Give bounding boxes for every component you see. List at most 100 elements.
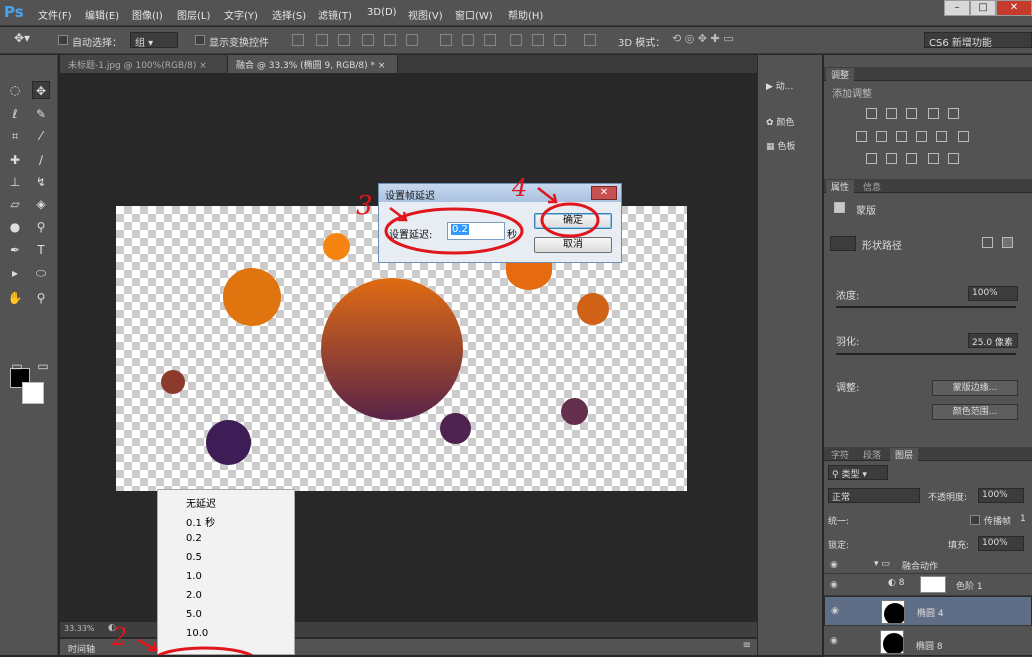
distribute-right-icon[interactable] xyxy=(554,34,566,46)
layer-ellipse-4-row[interactable]: ◉ 椭圆 4 xyxy=(824,596,1032,626)
feather-slider[interactable] xyxy=(836,353,1016,355)
pen-tool-icon[interactable]: ✒ xyxy=(6,241,24,259)
dock-actions[interactable]: ▶ 动... xyxy=(766,79,793,92)
tab-untitled[interactable]: 未标题-1.jpg @ 100%(RGB/8) × xyxy=(60,55,228,73)
crop-tool-icon[interactable]: ⌗ xyxy=(6,127,24,145)
menu-item-0-1[interactable]: 0.1 秒 xyxy=(186,514,215,529)
paint-bucket-tool-icon[interactable]: ◈ xyxy=(32,195,50,213)
type-tool-icon[interactable]: T xyxy=(32,241,50,259)
marquee-tool-icon[interactable]: ◌ xyxy=(6,81,24,99)
menu-item-0-2[interactable]: 0.2 xyxy=(186,533,202,544)
clone-stamp-tool-icon[interactable]: ⊥ xyxy=(6,173,24,191)
menu-window[interactable]: 窗口(W) xyxy=(455,7,493,22)
mask-edge-button[interactable]: 蒙版边缘... xyxy=(932,380,1018,396)
eye-icon[interactable]: ◉ xyxy=(830,636,838,646)
layer-levels-row[interactable]: ◉ ◐ 8 色阶 1 xyxy=(824,574,1032,596)
add-vector-mask-icon[interactable] xyxy=(1002,237,1013,248)
healing-brush-tool-icon[interactable]: ✚ xyxy=(6,151,24,169)
tab-character[interactable]: 字符 xyxy=(826,448,854,461)
brightness-icon[interactable] xyxy=(866,108,877,119)
opacity-field[interactable]: 100% xyxy=(978,488,1024,503)
menu-edit[interactable]: 编辑(E) xyxy=(85,7,119,22)
gradient-map-icon[interactable] xyxy=(948,153,959,164)
menu-item-0-5[interactable]: 0.5 xyxy=(186,552,202,563)
curves-icon[interactable] xyxy=(906,108,917,119)
cancel-button[interactable]: 取消 xyxy=(534,237,612,253)
color-lookup-icon[interactable] xyxy=(958,131,969,142)
threshold-icon[interactable] xyxy=(906,153,917,164)
fill-field[interactable]: 100% xyxy=(978,536,1024,551)
distribute-top-icon[interactable] xyxy=(440,34,452,46)
pixel-mask-button[interactable] xyxy=(830,236,856,251)
timeline-tab[interactable]: 时间轴 xyxy=(68,642,95,655)
3d-tools-icon[interactable]: ⟲ ◎ ✥ ✚ ▭ xyxy=(672,32,734,45)
channel-mixer-icon[interactable] xyxy=(936,131,947,142)
distribute-bottom-icon[interactable] xyxy=(484,34,496,46)
workspace-dropdown[interactable]: CS6 新增功能 xyxy=(924,32,1032,49)
color-range-button[interactable]: 颜色范围... xyxy=(932,404,1018,420)
ellipse-tool-icon[interactable]: ⬭ xyxy=(32,264,50,282)
distribute-hcenter-icon[interactable] xyxy=(532,34,544,46)
distribute-vcenter-icon[interactable] xyxy=(462,34,474,46)
menu-image[interactable]: 图像(I) xyxy=(132,7,163,22)
black-white-icon[interactable] xyxy=(896,131,907,142)
photo-filter-icon[interactable] xyxy=(916,131,927,142)
menu-help[interactable]: 帮助(H) xyxy=(508,7,543,22)
selective-color-icon[interactable] xyxy=(928,153,939,164)
hand-tool-icon[interactable]: ✋ xyxy=(6,289,24,307)
vibrance-icon[interactable] xyxy=(948,108,959,119)
menu-3d[interactable]: 3D(D) xyxy=(367,7,397,18)
eye-icon[interactable]: ◉ xyxy=(830,580,838,590)
auto-select-dropdown[interactable]: 组 ▾ xyxy=(130,32,178,49)
ok-button[interactable]: 确定 xyxy=(534,213,612,229)
lasso-tool-icon[interactable]: ℓ xyxy=(6,105,24,123)
exposure-icon[interactable] xyxy=(928,108,939,119)
history-brush-tool-icon[interactable]: ↯ xyxy=(32,173,50,191)
tab-layers[interactable]: 图层 xyxy=(890,448,919,461)
layer-ellipse-8-row[interactable]: ◉ 椭圆 8 xyxy=(824,627,1032,657)
delay-input[interactable]: 0.2 xyxy=(447,222,505,240)
tab-paragraph[interactable]: 段落 xyxy=(858,448,886,461)
layer-filter-dropdown[interactable]: ⚲ 类型 ▾ xyxy=(828,465,888,480)
posterize-icon[interactable] xyxy=(886,153,897,164)
restore-button[interactable]: □ xyxy=(970,0,996,16)
menu-item-2-0[interactable]: 2.0 xyxy=(186,590,202,601)
menu-type[interactable]: 文字(Y) xyxy=(224,7,258,22)
minimize-button[interactable]: – xyxy=(944,0,970,16)
tab-blend[interactable]: 融合 @ 33.3% (椭圆 9, RGB/8) * × xyxy=(228,55,398,73)
menu-layer[interactable]: 图层(L) xyxy=(177,7,210,22)
distribute-left-icon[interactable] xyxy=(510,34,522,46)
close-icon[interactable]: × xyxy=(378,61,386,71)
eye-icon[interactable]: ◉ xyxy=(831,606,839,616)
menu-item-5-0[interactable]: 5.0 xyxy=(186,609,202,620)
dock-color[interactable]: ✿ 颜色 xyxy=(766,115,794,128)
align-bottom-icon[interactable] xyxy=(338,34,350,46)
eraser-tool-icon[interactable]: ▱ xyxy=(6,195,24,213)
quick-mask-icon[interactable]: ▭ xyxy=(8,357,26,375)
menu-item-1-0[interactable]: 1.0 xyxy=(186,571,202,582)
tab-properties[interactable]: 属性 xyxy=(826,180,855,193)
move-tool-icon[interactable]: ✥ xyxy=(32,81,50,99)
dock-swatches[interactable]: ▦ 色板 xyxy=(766,139,795,152)
menu-file[interactable]: 文件(F) xyxy=(38,7,72,22)
show-transform-checkbox[interactable] xyxy=(195,35,205,45)
propagate-checkbox[interactable] xyxy=(970,515,980,525)
eyedropper-tool-icon[interactable]: ⁄ xyxy=(32,127,50,145)
menu-item-no-delay[interactable]: 无延迟 xyxy=(186,495,216,510)
background-color-swatch[interactable] xyxy=(22,382,44,404)
levels-icon[interactable] xyxy=(886,108,897,119)
menu-view[interactable]: 视图(V) xyxy=(408,7,443,22)
color-balance-icon[interactable] xyxy=(876,131,887,142)
align-vcenter-icon[interactable] xyxy=(316,34,328,46)
align-right-icon[interactable] xyxy=(406,34,418,46)
close-icon[interactable]: × xyxy=(199,61,207,71)
eye-icon[interactable]: ◉ xyxy=(830,560,838,570)
density-field[interactable]: 100% xyxy=(968,286,1018,301)
tab-info[interactable]: 信息 xyxy=(858,180,886,193)
close-window-button[interactable]: ✕ xyxy=(996,0,1032,16)
screen-mode-icon[interactable]: ▭ xyxy=(34,357,52,375)
auto-align-icon[interactable] xyxy=(584,34,596,46)
blend-mode-dropdown[interactable]: 正常 xyxy=(828,488,920,503)
zoom-level[interactable]: 33.33% xyxy=(64,624,95,633)
invert-icon[interactable] xyxy=(866,153,877,164)
